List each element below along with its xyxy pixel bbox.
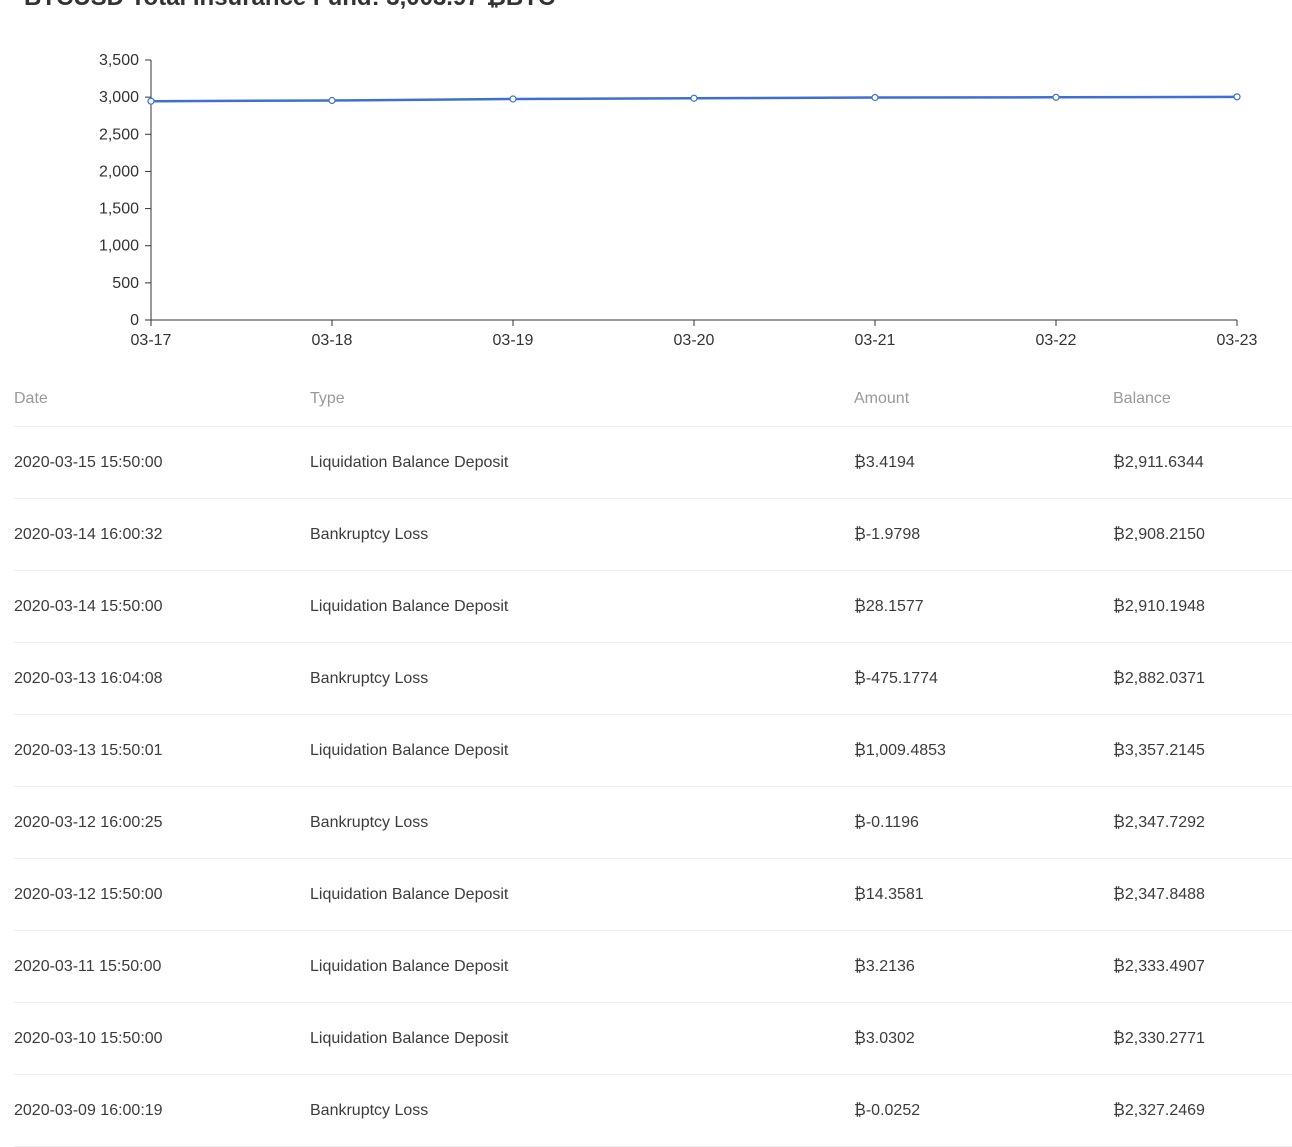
data-point [871,93,879,102]
cell-type: Liquidation Balance Deposit [310,858,854,931]
x-tick-label: 03-23 [1217,332,1258,349]
cell-balance: ₿2,330.2771 [1113,1002,1292,1075]
column-header-type[interactable]: Type [310,372,854,427]
cell-date: 2020-03-14 16:00:32 [14,498,310,571]
x-tick-label: 03-20 [674,332,715,349]
cell-date: 2020-03-10 15:50:00 [14,1002,310,1075]
cell-date: 2020-03-11 15:50:00 [14,930,310,1003]
cell-type: Bankruptcy Loss [310,498,854,571]
data-point [690,94,698,102]
cell-type: Liquidation Balance Deposit [310,570,854,643]
cell-type: Bankruptcy Loss [310,1074,854,1147]
column-header-balance[interactable]: Balance [1113,372,1292,427]
cell-balance: ₿2,333.4907 [1113,930,1292,1003]
insurance-fund-chart: 0 500 1,000 1,500 2,000 2,500 3,000 3,500 03-17 0… [0,40,1292,360]
column-header-date[interactable]: Date [14,372,310,427]
cell-amount: ₿-0.1196 [854,786,1113,859]
table-row: 2020-03-15 15:50:00 Liquidation Balance D… [14,426,1292,499]
cell-balance: ₿2,908.2150 [1113,498,1292,571]
cell-type: Liquidation Balance Deposit [310,1002,854,1075]
cell-amount: ₿3.2136 [854,930,1113,1003]
cell-balance: ₿2,327.2469 [1113,1074,1292,1147]
y-tick-label: 2,500 [99,126,139,143]
cell-date: 2020-03-09 16:00:19 [14,1074,310,1147]
table-row: 2020-03-11 15:50:00 Liquidation Balance D… [14,930,1292,1003]
y-tick-label: 0 [130,312,139,329]
x-tick-label: 03-22 [1036,332,1077,349]
cell-amount: ₿-475.1774 [854,642,1113,715]
cell-date: 2020-03-12 16:00:25 [14,786,310,859]
table-row: 2020-03-12 16:00:25 Bankruptcy Loss ₿-0.11… [14,786,1292,859]
cell-date: 2020-03-13 16:04:08 [14,642,310,715]
cell-balance: ₿2,882.0371 [1113,642,1292,715]
column-header-amount[interactable]: Amount [854,372,1113,427]
cell-date: 2020-03-13 15:50:01 [14,714,310,787]
cell-date: 2020-03-14 15:50:00 [14,570,310,643]
cell-balance: ₿2,347.7292 [1113,786,1292,859]
cell-amount: ₿-0.0252 [854,1074,1113,1147]
data-point [1233,93,1241,101]
cell-amount: ₿28.1577 [854,570,1113,643]
table-row: 2020-03-10 15:50:00 Liquidation Balance D… [14,1002,1292,1075]
table-row: 2020-03-13 15:50:01 Liquidation Balance D… [14,714,1292,787]
cell-type: Bankruptcy Loss [310,786,854,859]
table-row: 2020-03-12 15:50:00 Liquidation Balance D… [14,858,1292,931]
insurance-fund-table-container: Date Type Amount Balance 2020-03-15 15:5… [14,372,1292,1147]
table-body: 2020-03-15 15:50:00 Liquidation Balance D… [14,426,1292,1147]
cell-amount: ₿3.4194 [854,426,1113,499]
y-tick-label: 3,000 [99,89,139,106]
data-point [328,96,336,105]
cell-balance: ₿2,911.6344 [1113,426,1292,499]
page-title: BTCUSD Total Insurance Fund: 3,003.97 ₿B… [24,0,555,10]
cell-date: 2020-03-15 15:50:00 [14,426,310,499]
cell-balance: ₿2,910.1948 [1113,570,1292,643]
cell-type: Liquidation Balance Deposit [310,930,854,1003]
data-point [1052,93,1060,101]
table-header-row: Date Type Amount Balance [14,372,1292,427]
cell-amount: ₿1,009.4853 [854,714,1113,787]
table-row: 2020-03-09 16:00:19 Bankruptcy Loss ₿-0.02… [14,1074,1292,1147]
y-tick-label: 1,500 [99,201,139,218]
x-tick-label: 03-17 [131,332,172,349]
insurance-fund-table: Date Type Amount Balance 2020-03-15 15:5… [14,372,1292,1147]
cell-type: Liquidation Balance Deposit [310,426,854,499]
cell-date: 2020-03-12 15:50:00 [14,858,310,931]
table-row: 2020-03-14 16:00:32 Bankruptcy Loss ₿-1.97… [14,498,1292,571]
cell-balance: ₿2,347.8488 [1113,858,1292,931]
y-tick-label: 2,000 [99,163,139,180]
y-tick-label: 500 [112,275,139,292]
cell-type: Liquidation Balance Deposit [310,714,854,787]
data-point [509,95,517,103]
table-row: 2020-03-14 15:50:00 Liquidation Balance D… [14,570,1292,643]
x-tick-label: 03-21 [855,332,896,349]
y-tick-label: 3,500 [99,52,139,69]
cell-amount: ₿14.3581 [854,858,1113,931]
cell-amount: ₿3.0302 [854,1002,1113,1075]
x-tick-label: 03-19 [493,332,534,349]
x-tick-label: 03-18 [312,332,353,349]
cell-balance: ₿3,357.2145 [1113,714,1292,787]
insurance-fund-line-chart: 0 500 1,000 1,500 2,000 2,500 3,000 3,500 03-17 0… [99,52,1258,349]
cell-amount: ₿-1.9798 [854,498,1113,571]
table-row: 2020-03-13 16:04:08 Bankruptcy Loss ₿-475.… [14,642,1292,715]
data-point [147,97,155,105]
y-tick-label: 1,000 [99,238,139,255]
cell-type: Bankruptcy Loss [310,642,854,715]
